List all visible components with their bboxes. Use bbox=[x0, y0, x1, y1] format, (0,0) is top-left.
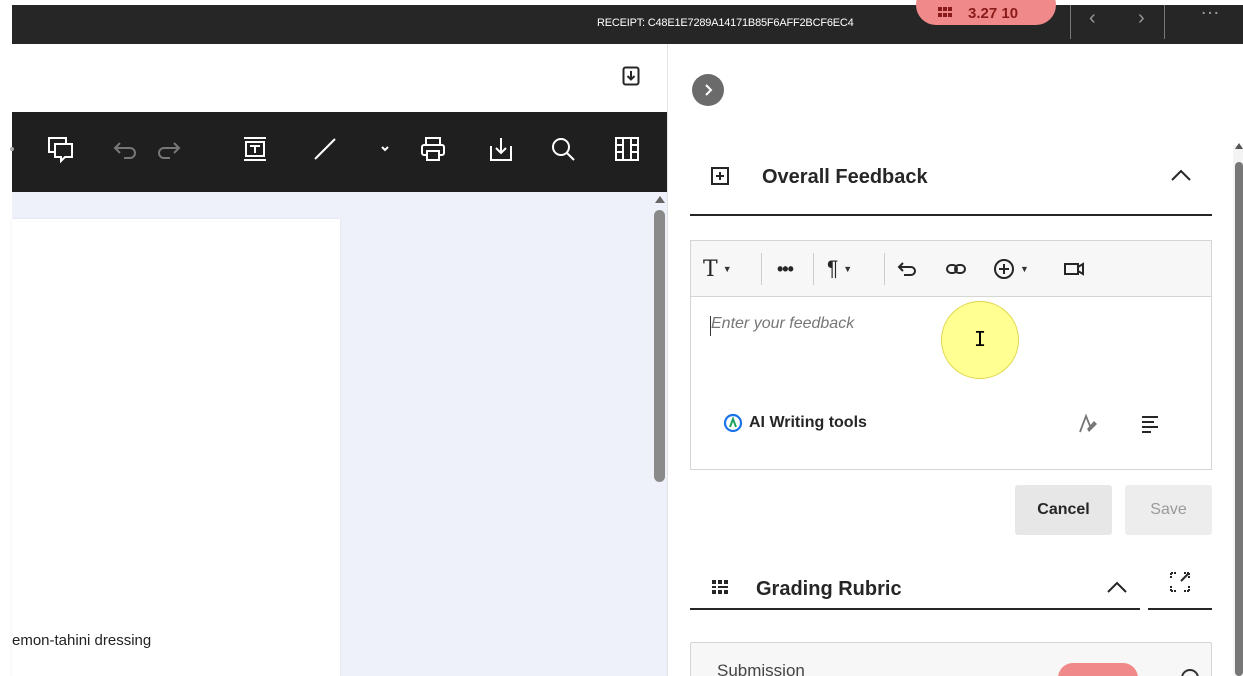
scrollbar-thumb[interactable] bbox=[1235, 162, 1243, 676]
cancel-button[interactable]: Cancel bbox=[1015, 485, 1112, 535]
grading-rubric-title: Grading Rubric bbox=[756, 578, 902, 600]
divider bbox=[813, 253, 814, 285]
divider bbox=[884, 253, 885, 285]
divider bbox=[1164, 5, 1165, 39]
draw-line-icon[interactable] bbox=[308, 132, 342, 166]
rubric-criterion-label: Submission bbox=[717, 661, 805, 676]
scroll-up-icon[interactable] bbox=[655, 196, 665, 203]
caret-down-icon: ▼ bbox=[1020, 264, 1029, 274]
overall-feedback-header[interactable]: Overall Feedback bbox=[690, 154, 1212, 216]
feedback-placeholder: Enter your feedback bbox=[711, 315, 855, 332]
format-text-icon[interactable] bbox=[1077, 413, 1099, 435]
more-icon[interactable]: … bbox=[1200, 0, 1220, 20]
undo-icon[interactable] bbox=[108, 132, 142, 166]
expand-icon[interactable] bbox=[1169, 571, 1191, 593]
ai-writing-tools-label: AI Writing tools bbox=[749, 414, 867, 431]
document-viewer[interactable]: emon-tahini dressing bbox=[12, 192, 667, 676]
score-badge[interactable]: 3.27 10 bbox=[916, 0, 1056, 25]
text-cursor bbox=[710, 316, 711, 336]
grading-rubric-header[interactable]: Grading Rubric bbox=[690, 566, 1212, 610]
link-button[interactable] bbox=[945, 253, 967, 285]
more-formatting-button[interactable]: ••• bbox=[777, 253, 794, 285]
chevron-left-icon[interactable]: ‹ bbox=[1089, 7, 1096, 30]
text-style-icon: T bbox=[703, 256, 718, 282]
chevron-right-icon[interactable]: › bbox=[1138, 7, 1145, 30]
more-icon: ••• bbox=[777, 258, 794, 279]
paragraph-icon: ¶ bbox=[827, 257, 839, 280]
collapse-panel-button[interactable] bbox=[692, 74, 724, 106]
dropdown-caret-icon[interactable] bbox=[368, 132, 402, 166]
text-box-icon[interactable] bbox=[238, 132, 272, 166]
document-header bbox=[12, 44, 667, 112]
document-scrollbar[interactable] bbox=[651, 192, 667, 676]
undo-icon bbox=[897, 262, 916, 276]
redo-icon[interactable] bbox=[152, 132, 186, 166]
align-left-icon[interactable] bbox=[1139, 413, 1161, 435]
undo-button[interactable] bbox=[896, 253, 918, 285]
editor-toolbar: T ▼ ••• ¶ ▼ ▼ bbox=[691, 241, 1211, 297]
record-video-button[interactable] bbox=[1063, 253, 1085, 285]
add-feedback-icon bbox=[711, 167, 729, 185]
download-icon[interactable] bbox=[484, 132, 518, 166]
scrollbar-thumb[interactable] bbox=[654, 210, 665, 482]
info-icon[interactable] bbox=[1181, 669, 1199, 676]
rubric-criterion[interactable]: Submission bbox=[690, 642, 1212, 676]
chevron-up-icon[interactable] bbox=[1106, 580, 1128, 594]
insert-icon bbox=[994, 259, 1014, 279]
save-button[interactable]: Save bbox=[1125, 485, 1212, 535]
caret-down-icon: ▼ bbox=[722, 264, 732, 274]
insert-content-button[interactable]: ▼ bbox=[993, 253, 1029, 285]
rubric-grid-icon bbox=[712, 580, 728, 594]
toolbar-edge-icon bbox=[0, 132, 34, 166]
download-file-icon[interactable] bbox=[622, 66, 640, 86]
search-icon[interactable] bbox=[546, 132, 580, 166]
divider bbox=[761, 253, 762, 285]
ai-tools-icon bbox=[723, 413, 743, 433]
divider bbox=[1070, 5, 1071, 39]
criterion-score-badge[interactable] bbox=[1058, 663, 1138, 676]
comment-icon[interactable] bbox=[44, 132, 78, 166]
view-columns-icon[interactable] bbox=[610, 132, 644, 166]
text-style-button[interactable]: T ▼ bbox=[703, 253, 732, 285]
top-bar: RECEIPT: C48E1E7289A14171B85F6AFF2BCF6EC… bbox=[12, 0, 1243, 44]
document-page: emon-tahini dressing bbox=[12, 219, 340, 676]
paragraph-button[interactable]: ¶ ▼ bbox=[827, 253, 852, 285]
chevron-up-icon[interactable] bbox=[1170, 168, 1192, 182]
divider bbox=[690, 608, 1140, 610]
link-icon bbox=[946, 264, 966, 274]
text-cursor-icon: I bbox=[974, 327, 987, 351]
overall-feedback-title: Overall Feedback bbox=[762, 166, 928, 188]
caret-down-icon: ▼ bbox=[843, 264, 853, 274]
score-text: 3.27 10 bbox=[968, 5, 1019, 22]
rubric-grid-icon bbox=[938, 7, 952, 17]
document-toolbar bbox=[10, 112, 667, 192]
chevron-right-icon bbox=[705, 84, 713, 96]
document-text: emon-tahini dressing bbox=[12, 632, 152, 649]
print-icon[interactable] bbox=[416, 132, 450, 166]
video-icon bbox=[1064, 262, 1084, 276]
divider bbox=[1148, 608, 1212, 610]
receipt-id: RECEIPT: C48E1E7289A14171B85F6AFF2BCF6EC… bbox=[597, 17, 854, 29]
ai-writing-tools-button[interactable]: AI Writing tools bbox=[723, 413, 867, 433]
scroll-up-icon[interactable] bbox=[1235, 143, 1243, 149]
